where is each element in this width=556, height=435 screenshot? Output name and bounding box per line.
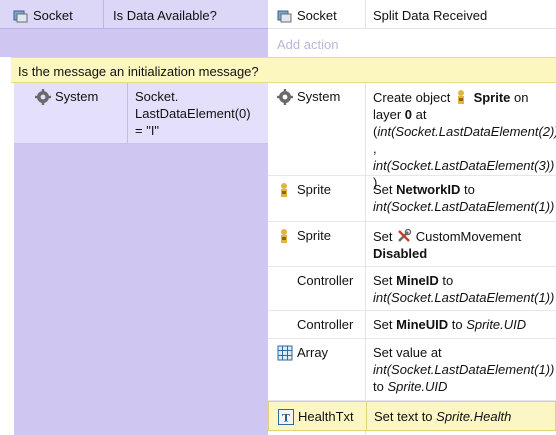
action-text-part: Sprite.Health	[436, 409, 512, 424]
subevent-condition-object-name: System	[55, 89, 99, 104]
event-condition-row[interactable]: Socket Is Data Available?	[0, 0, 268, 29]
gear-icon	[35, 89, 51, 105]
action-row-array-set-value[interactable]: Array Set value at int(Socket.LastDataEl…	[268, 339, 556, 401]
text-icon: T	[278, 409, 294, 425]
action-object: Socket	[272, 4, 362, 27]
event-condition-gutter	[0, 29, 268, 57]
sprite-icon	[277, 182, 293, 198]
action-object: Sprite	[272, 178, 364, 201]
action-text-part: Create object	[373, 90, 454, 105]
gear-icon	[277, 89, 293, 105]
condition-object: Socket	[8, 4, 98, 27]
socket-icon	[277, 8, 293, 24]
action-text-part: MineUID	[396, 317, 449, 332]
action-object-name: HealthTxt	[298, 409, 354, 424]
action-object: Controller	[292, 269, 364, 292]
action-text-part: Set text to	[374, 409, 437, 424]
action-row-create-object[interactable]: System Create object Sprite on layer 0 a…	[268, 83, 556, 190]
action-text-part: Set	[373, 182, 397, 197]
action-object-name: System	[297, 89, 341, 104]
column-divider	[127, 83, 128, 144]
subevent-condition-row[interactable]: System Socket. LastDataElement(0) = "I"	[14, 83, 268, 144]
action-text-part: CustomMovement	[415, 229, 522, 244]
subevent-condition-object: System	[30, 85, 125, 108]
action-text-part: Set value at	[373, 345, 442, 360]
subevent-title: Is the message an initialization message…	[18, 64, 259, 79]
action-object: Sprite	[272, 224, 364, 247]
subevent-condition-area	[34, 144, 268, 435]
action-text-part: Sprite.UID	[387, 379, 448, 394]
event-action-row[interactable]: Socket Split Data Received	[268, 0, 556, 29]
action-row-set-mineuid[interactable]: Controller Set MineUID to Sprite.UID	[268, 311, 556, 339]
action-text-part: Disabled	[373, 246, 428, 261]
action-object-name: Socket	[297, 8, 337, 23]
action-object-name: Array	[297, 345, 329, 360]
action-object: T HealthTxt	[273, 405, 365, 428]
action-row-set-text[interactable]: T HealthTxt Set text to Sprite.Health	[268, 401, 556, 431]
subevent-actions: System Create object Sprite on layer 0 a…	[268, 83, 556, 435]
action-object: Array	[272, 341, 364, 364]
sprite-icon	[454, 89, 470, 105]
action-text-part: int(Socket.LastDataElement(1))	[373, 199, 555, 214]
action-text-part: to	[448, 317, 467, 332]
subevent-comment-bar[interactable]: Is the message an initialization message…	[11, 57, 556, 83]
action-row-set-networkid[interactable]: Sprite Set NetworkID to int(Socket.LastD…	[268, 176, 556, 222]
action-text: Set CustomMovement Disabled	[368, 224, 554, 265]
action-text: Set NetworkID to int(Socket.LastDataElem…	[368, 178, 554, 218]
action-text-part: Sprite.UID	[466, 317, 527, 332]
action-text: Set MineUID to Sprite.UID	[368, 313, 554, 336]
tools-icon	[396, 228, 412, 244]
socket-icon	[13, 8, 29, 24]
action-text-part: to	[438, 273, 454, 288]
column-divider	[365, 0, 366, 29]
action-object: System	[272, 85, 364, 108]
column-divider	[103, 0, 104, 29]
svg-text:T: T	[282, 411, 290, 425]
column-divider	[366, 402, 367, 430]
action-text-part: Set	[373, 229, 397, 244]
action-object-name: Sprite	[297, 228, 331, 243]
action-text: Set text to Sprite.Health	[369, 405, 555, 428]
action-text-part: ,	[373, 141, 377, 156]
condition-object-name: Socket	[33, 8, 73, 23]
action-text-part: MineID	[396, 273, 439, 288]
action-object-name: Controller	[297, 273, 354, 288]
action-text: Set value at int(Socket.LastDataElement(…	[368, 341, 554, 398]
action-object-name: Sprite	[297, 182, 331, 197]
add-action-row[interactable]: Add action	[268, 29, 556, 57]
action-text-part: int(Socket.LastDataElement(1))	[373, 362, 555, 377]
action-text-part: to	[460, 182, 475, 197]
condition-text: Is Data Available?	[113, 8, 217, 23]
add-action-link[interactable]: Add action	[272, 33, 343, 56]
subevent-condition-text: Socket. LastDataElement(0) = "I"	[135, 89, 251, 138]
action-text-part: int(Socket.LastDataElement(3))	[373, 158, 555, 173]
action-text-part: Set	[373, 317, 397, 332]
action-text-part: NetworkID	[396, 182, 461, 197]
action-text-part: int(Socket.LastDataElement(2))	[377, 124, 556, 139]
action-object-name: Controller	[297, 317, 354, 332]
array-icon	[277, 345, 293, 361]
action-text-part: Sprite	[473, 90, 511, 105]
action-text-part: int(Socket.LastDataElement(1))	[373, 290, 555, 305]
action-text-part: to	[373, 379, 388, 394]
action-text-part: Set	[373, 273, 397, 288]
action-text: Set MineID to int(Socket.LastDataElement…	[368, 269, 554, 309]
sprite-icon	[277, 228, 293, 244]
action-object: Controller	[292, 313, 364, 336]
action-text-part: 0	[404, 107, 413, 122]
action-text: Split Data Received	[373, 8, 488, 23]
action-row-set-custommovement[interactable]: Sprite Set CustomMovement Disabled	[268, 222, 556, 267]
action-row-set-mineid[interactable]: Controller Set MineID to int(Socket.Last…	[268, 267, 556, 311]
